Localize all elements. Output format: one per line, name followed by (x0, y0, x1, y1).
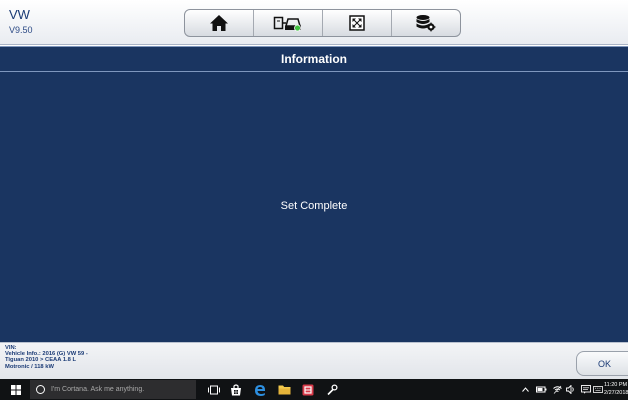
keyboard-button[interactable] (593, 384, 603, 395)
cortana-search-box[interactable]: I'm Cortana. Ask me anything. (30, 380, 196, 399)
windows-logo-icon (11, 384, 21, 395)
vehicle-footer: VIN: Vehicle Info.: 2016 (G) VW 59 - Tig… (0, 342, 628, 379)
cortana-icon (36, 385, 45, 394)
page-title: Information (281, 52, 347, 66)
status-message: Set Complete (280, 200, 348, 212)
task-view-icon (208, 385, 220, 394)
home-button[interactable] (185, 10, 254, 36)
taskbar-store-button[interactable] (228, 382, 244, 397)
wrench-icon (327, 383, 338, 395)
home-icon (210, 15, 228, 31)
vehicle-swap-button[interactable] (254, 10, 323, 36)
vehicle-make: VW (9, 7, 30, 22)
app-header: VW V9.50 (0, 0, 628, 45)
ok-button[interactable]: OK (576, 351, 628, 376)
info-panel: Set Complete (0, 72, 628, 342)
vehicle-info-line-3: Motronic / 118 kW (5, 363, 54, 370)
page-title-bar: Information (0, 46, 628, 72)
clock-time: 11:20 PM (604, 382, 628, 388)
fullscreen-button[interactable] (323, 10, 392, 36)
task-view-button[interactable] (206, 382, 222, 397)
keyboard-icon (593, 386, 603, 393)
battery-icon (535, 386, 546, 393)
action-center-button[interactable] (581, 384, 591, 395)
cortana-placeholder: I'm Cortana. Ask me anything. (51, 386, 145, 393)
start-button[interactable] (8, 379, 24, 400)
system-clock[interactable]: 11:20 PM 2/27/2018 (604, 381, 628, 397)
speaker-icon (566, 385, 574, 394)
notification-icon (581, 385, 591, 394)
windows-taskbar: I'm Cortana. Ask me anything. 11:20 PM 2… (0, 379, 628, 400)
taskbar-edge-button[interactable] (252, 382, 268, 397)
database-settings-icon (416, 15, 436, 32)
software-version: V9.50 (9, 25, 33, 35)
network-status[interactable] (552, 384, 562, 395)
taskbar-explorer-button[interactable] (276, 382, 292, 397)
edge-browser-icon (255, 384, 265, 396)
data-settings-button[interactable] (392, 10, 460, 36)
battery-status[interactable] (535, 384, 547, 395)
show-hidden-icons-button[interactable] (520, 384, 530, 395)
network-icon (552, 385, 562, 394)
taskbar-tools-button[interactable] (324, 382, 340, 397)
fullscreen-icon (349, 15, 365, 31)
vehicle-info-line-2: Tiguan 2010 > CEAA 1.8 L (5, 357, 77, 364)
red-app-icon (302, 384, 314, 395)
chevron-up-icon (521, 387, 529, 392)
folder-icon (278, 385, 290, 395)
taskbar-app-button[interactable] (300, 382, 316, 397)
volume-control[interactable] (566, 384, 576, 395)
store-icon (231, 383, 241, 395)
vehicle-info: VIN: Vehicle Info.: 2016 (G) VW 59 - Tig… (5, 345, 88, 370)
vehicle-swap-icon (273, 16, 301, 32)
toolbar (184, 9, 461, 37)
clock-date: 2/27/2018 (604, 390, 628, 396)
app-brand: VW V9.50 (9, 8, 33, 36)
